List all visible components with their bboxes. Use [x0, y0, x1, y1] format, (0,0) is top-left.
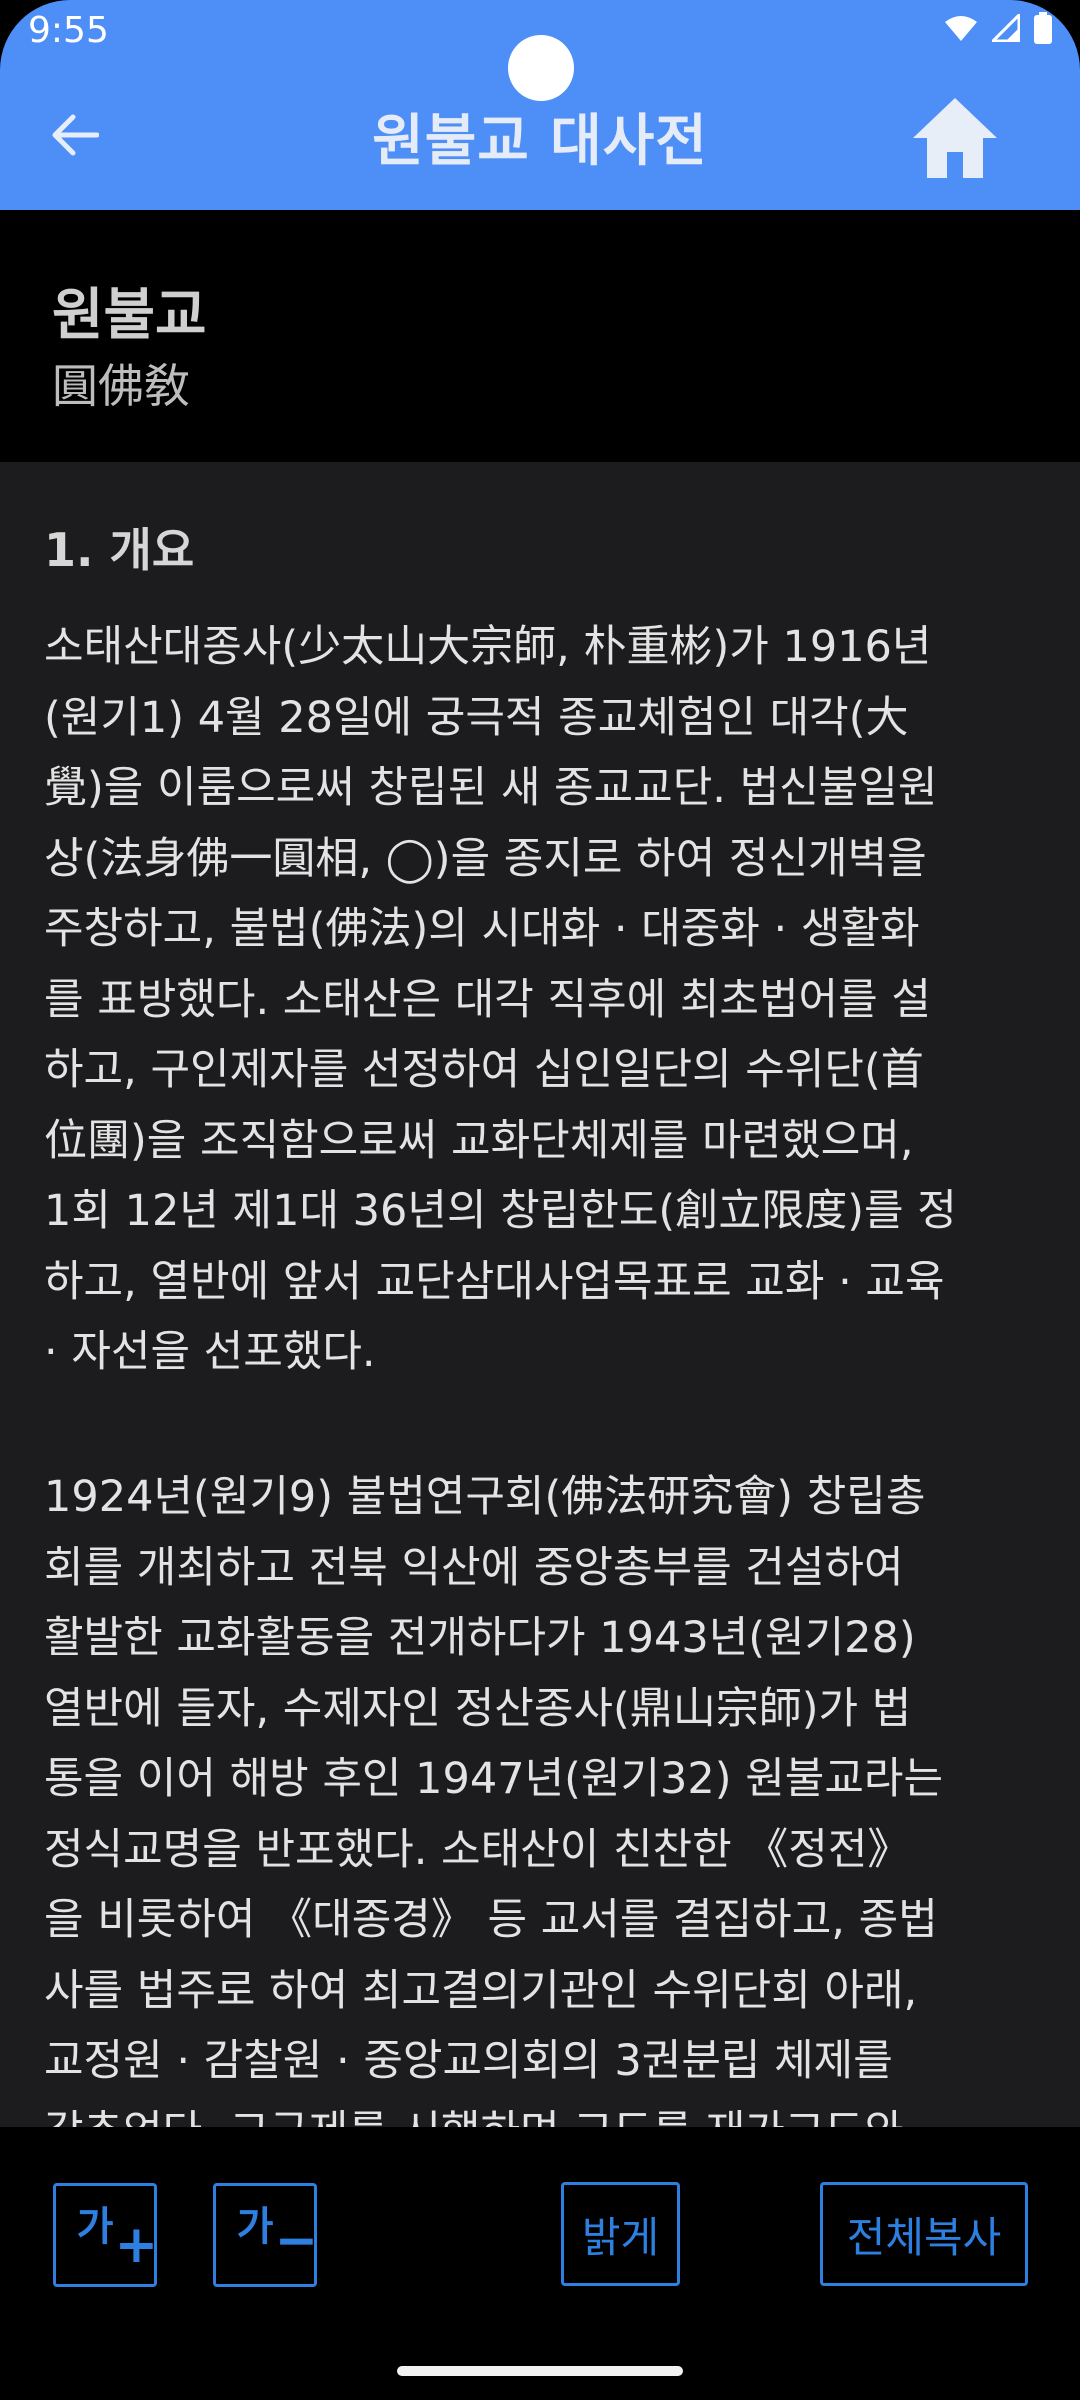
app-bar: 9:55 원불교 대사전	[0, 0, 1080, 210]
entry-hanja: 圓佛敎	[52, 359, 190, 413]
battery-icon	[1034, 12, 1052, 44]
entry-header: 원불교 圓佛敎	[0, 210, 1080, 462]
font-increase-glyph: 가	[76, 2204, 114, 2250]
font-decrease-icon: 가 −	[236, 2204, 319, 2267]
font-decrease-button[interactable]: 가 −	[213, 2183, 319, 2287]
status-time: 9:55	[28, 10, 109, 51]
bottom-toolbar: 가 + 가 − 밝게 전체복사	[0, 2127, 1080, 2400]
status-icons	[944, 12, 1052, 44]
camera-cutout	[508, 35, 574, 101]
article-content[interactable]: 1. 개요 소태산대종사(少太山大宗師, 朴重彬)가 1916년 (원기1) 4…	[0, 462, 1080, 2127]
entry-headword: 원불교	[52, 283, 207, 348]
gesture-home-indicator[interactable]	[397, 2366, 683, 2376]
bright-mode-button[interactable]: 밝게	[561, 2182, 680, 2286]
paragraph-2: 1924년(원기9) 불법연구회(佛法研究會) 창립총 회를 개최하고 전북 익…	[44, 1472, 944, 2127]
signal-icon	[992, 14, 1020, 42]
screen: 9:55 원불교 대사전 원불교 圓佛敎 1. 개요 소태산대종사(少太山大宗師…	[0, 0, 1080, 2400]
wifi-icon	[945, 16, 977, 41]
font-increase-button[interactable]: 가 +	[53, 2183, 159, 2287]
paragraph-1: 소태산대종사(少太山大宗師, 朴重彬)가 1916년 (원기1) 4월 28일에…	[44, 622, 957, 1377]
font-increase-icon: 가 +	[76, 2204, 159, 2271]
copy-all-button[interactable]: 전체복사	[820, 2182, 1028, 2286]
minus-icon: −	[274, 2211, 319, 2271]
home-icon	[913, 98, 997, 178]
plus-icon: +	[114, 2215, 159, 2275]
font-decrease-glyph: 가	[236, 2204, 274, 2250]
home-button[interactable]	[905, 92, 1005, 182]
section-title: 1. 개요	[44, 523, 195, 577]
